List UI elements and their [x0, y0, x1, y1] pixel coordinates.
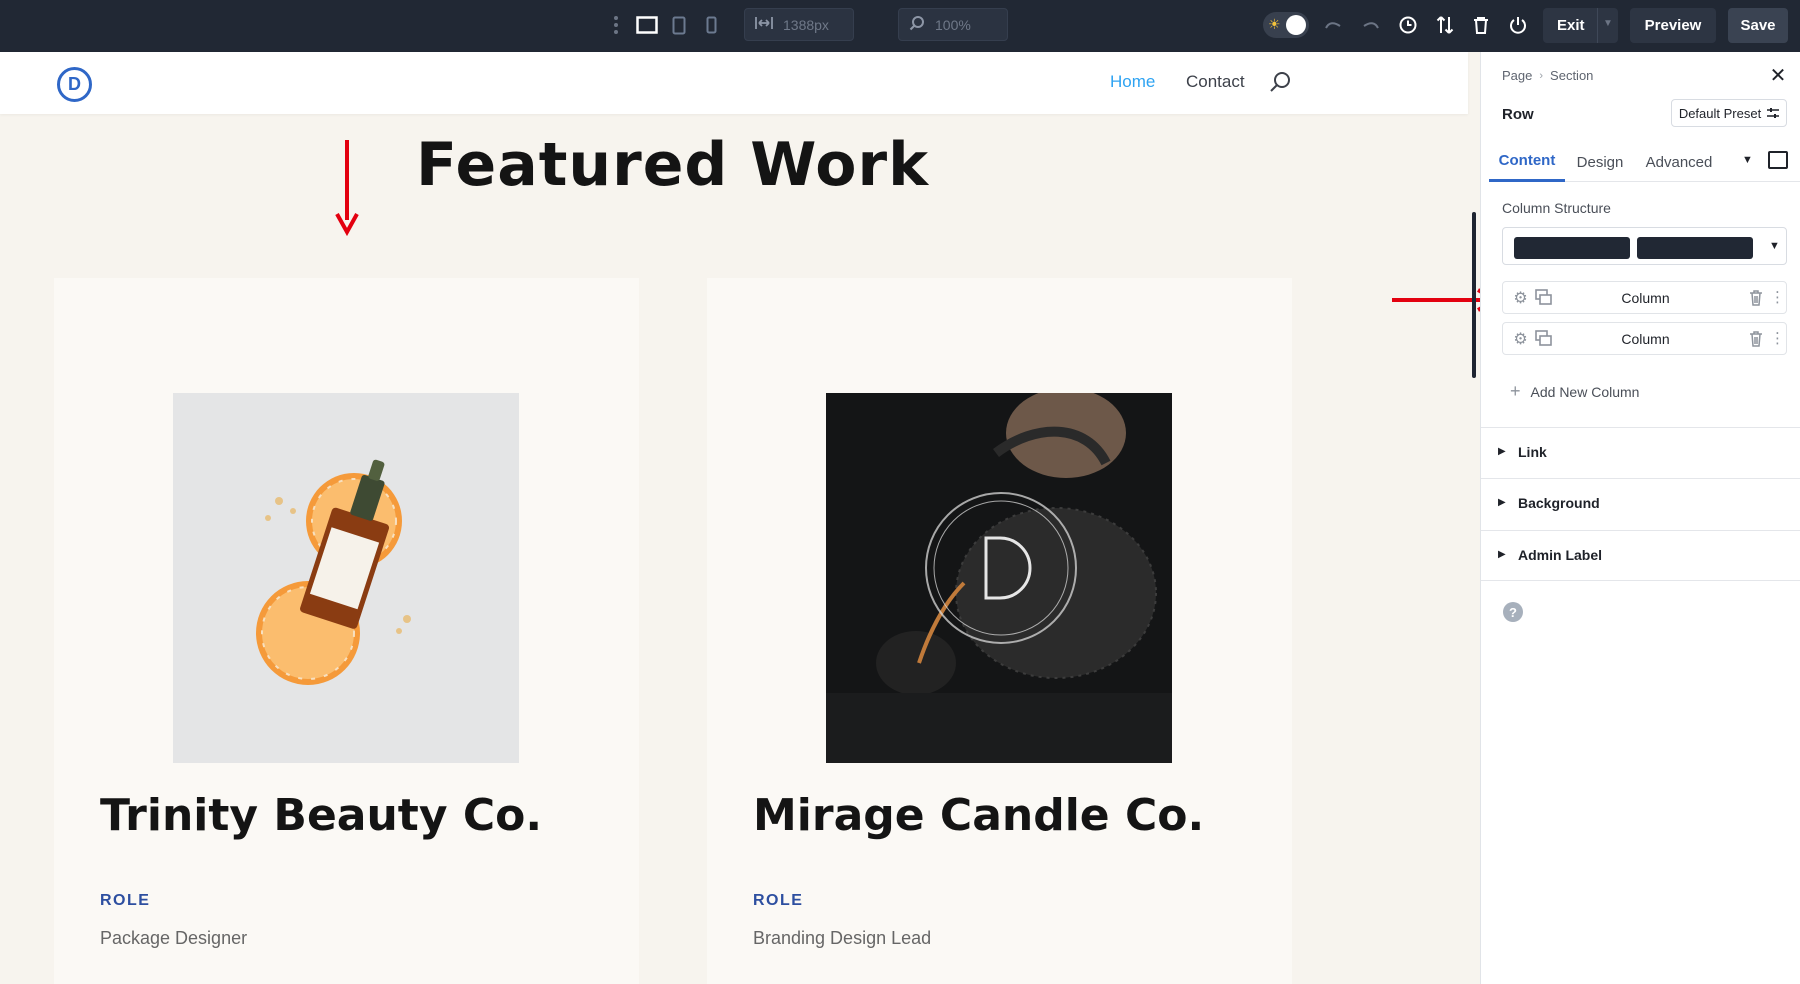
preview-button[interactable]: Preview	[1630, 8, 1716, 43]
caret-right-icon: ▶	[1498, 549, 1506, 560]
section-title[interactable]: Featured Work	[300, 130, 1045, 200]
canvas-scrollbar[interactable]	[1472, 212, 1476, 378]
width-icon	[755, 16, 773, 33]
close-icon[interactable]: ✕	[1767, 64, 1789, 87]
portability-icon[interactable]	[1432, 12, 1458, 38]
tablet-view-icon[interactable]	[666, 12, 692, 38]
settings-panel: Page › Section ✕ Row Default Preset Cont…	[1480, 52, 1800, 984]
preset-button[interactable]: Default Preset	[1671, 99, 1787, 127]
panel-title: Row	[1502, 106, 1534, 123]
builder-toolbar: 1388px 100% ☀ Exit ▼ Preview Save	[0, 0, 1800, 52]
role-value: Package Designer	[100, 928, 248, 948]
phone-view-icon[interactable]	[698, 12, 724, 38]
nav-home[interactable]: Home	[1110, 72, 1155, 92]
trash-icon[interactable]	[1748, 289, 1764, 307]
more-options-icon[interactable]	[603, 12, 629, 38]
exit-caret-icon[interactable]: ▼	[1603, 18, 1613, 29]
accordion-link[interactable]: ▶ Link	[1481, 427, 1800, 478]
accordion-label: Background	[1518, 495, 1600, 511]
search-icon[interactable]	[1268, 69, 1294, 95]
down-arrow-annotation	[335, 140, 359, 236]
add-new-column-button[interactable]: + Add New Column	[1510, 381, 1639, 402]
desktop-view-icon[interactable]	[633, 12, 661, 38]
column-label: Column	[1621, 331, 1670, 347]
theme-toggle[interactable]: ☀	[1263, 12, 1309, 38]
save-button[interactable]: Save	[1728, 8, 1788, 43]
column-structure-select[interactable]: ▼	[1502, 227, 1787, 265]
canvas-width-field[interactable]: 1388px	[744, 8, 854, 41]
site-logo[interactable]: D	[57, 67, 92, 102]
breadcrumb: Page › Section	[1502, 68, 1593, 83]
tab-content[interactable]: Content	[1489, 142, 1565, 182]
caret-right-icon: ▶	[1498, 497, 1506, 508]
structure-column-block	[1514, 237, 1630, 259]
trash-icon[interactable]	[1468, 12, 1494, 38]
column-structure-label: Column Structure	[1502, 200, 1611, 216]
panel-tabs: Content Design Advanced ▼	[1489, 142, 1800, 182]
project-title[interactable]: Mirage Candle Co.	[753, 790, 1204, 841]
nav-contact[interactable]: Contact	[1186, 72, 1245, 92]
power-icon[interactable]	[1505, 12, 1531, 38]
accordion-label: Link	[1518, 444, 1547, 460]
toggle-knob	[1286, 15, 1306, 35]
tab-dropdown-icon[interactable]: ▼	[1742, 154, 1753, 166]
role-label: ROLE	[753, 892, 804, 909]
zoom-field[interactable]: 100%	[898, 8, 1008, 41]
plus-icon: +	[1510, 381, 1521, 401]
preset-label: Default Preset	[1678, 105, 1762, 121]
exit-button[interactable]: Exit ▼	[1543, 8, 1618, 43]
canvas-width-value: 1388px	[783, 16, 829, 33]
column-item[interactable]: ⚙ Column ⋮	[1502, 322, 1787, 355]
site-header: D Home Contact	[0, 52, 1468, 114]
sun-icon: ☀	[1268, 16, 1281, 32]
more-options-icon[interactable]: ⋮	[1770, 288, 1785, 306]
project-card[interactable]: Mirage Candle Co. ROLE Branding Design L…	[707, 278, 1292, 984]
accordion-admin-label[interactable]: ▶ Admin Label	[1481, 530, 1800, 581]
chevron-right-icon: ›	[1539, 69, 1544, 82]
project-card[interactable]: Trinity Beauty Co. ROLE Package Designer	[54, 278, 639, 984]
exit-divider	[1597, 8, 1598, 43]
breadcrumb-page[interactable]: Page	[1502, 68, 1532, 83]
responsive-view-icon[interactable]	[1768, 151, 1788, 169]
zoom-value: 100%	[935, 16, 971, 33]
trash-icon[interactable]	[1748, 330, 1764, 348]
undo-icon[interactable]	[1320, 12, 1346, 38]
redo-icon[interactable]	[1358, 12, 1384, 38]
zoom-icon	[909, 15, 925, 34]
project-image-perfume	[173, 393, 519, 763]
column-item[interactable]: ⚙ Column ⋮	[1502, 281, 1787, 314]
accordion-label: Admin Label	[1518, 547, 1603, 563]
column-label: Column	[1621, 290, 1670, 306]
history-icon[interactable]	[1395, 12, 1421, 38]
tab-design[interactable]: Design	[1565, 142, 1635, 182]
project-title[interactable]: Trinity Beauty Co.	[100, 790, 542, 841]
chevron-down-icon: ▼	[1769, 240, 1780, 252]
structure-column-block	[1637, 237, 1753, 259]
tab-advanced[interactable]: Advanced	[1635, 142, 1723, 182]
add-new-column-label: Add New Column	[1530, 383, 1640, 400]
more-options-icon[interactable]: ⋮	[1770, 329, 1785, 347]
role-label: ROLE	[100, 892, 151, 909]
exit-label: Exit	[1557, 17, 1585, 34]
caret-right-icon: ▶	[1498, 446, 1506, 457]
accordion-background[interactable]: ▶ Background	[1481, 478, 1800, 529]
help-icon[interactable]: ?	[1503, 602, 1523, 622]
preset-icon	[1767, 106, 1780, 121]
role-value: Branding Design Lead	[753, 928, 932, 948]
project-image-teapot	[826, 393, 1172, 763]
breadcrumb-section[interactable]: Section	[1550, 68, 1593, 83]
